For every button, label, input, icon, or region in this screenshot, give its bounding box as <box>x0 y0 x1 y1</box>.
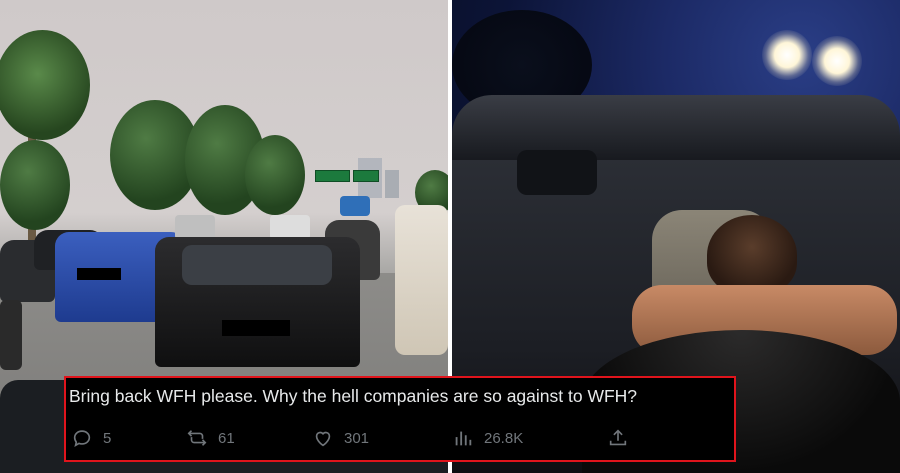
building <box>385 170 399 198</box>
tweet-text: Bring back WFH please. Why the hell comp… <box>69 386 638 406</box>
views-button[interactable]: 26.8K <box>452 426 523 450</box>
reply-icon <box>71 427 93 449</box>
like-count: 301 <box>344 429 370 447</box>
heart-icon <box>312 427 334 449</box>
repost-count: 61 <box>218 429 235 447</box>
person-head <box>707 215 797 295</box>
censored-plate <box>77 268 121 280</box>
views-icon <box>452 427 474 449</box>
reply-button[interactable]: 5 <box>71 426 111 450</box>
rearview-mirror <box>517 150 597 195</box>
road-sign <box>315 170 350 182</box>
tree <box>0 140 70 230</box>
street-lamp <box>762 30 812 80</box>
tweet-card[interactable]: Bring back WFH please. Why the hell comp… <box>64 376 736 462</box>
car <box>395 205 448 355</box>
reply-count: 5 <box>103 429 112 447</box>
palm-tree <box>0 30 90 140</box>
censored-plate <box>222 320 290 336</box>
repost-button[interactable]: 61 <box>186 426 235 450</box>
car <box>340 196 370 216</box>
repost-icon <box>186 427 208 449</box>
views-count: 26.8K <box>484 429 524 447</box>
street-lamp <box>812 36 862 86</box>
share-button[interactable] <box>607 426 629 450</box>
car-rear-window <box>182 245 332 285</box>
tree <box>245 135 305 215</box>
like-button[interactable]: 301 <box>312 426 369 450</box>
car <box>0 300 22 370</box>
road-sign <box>353 170 379 182</box>
share-icon <box>607 427 629 449</box>
